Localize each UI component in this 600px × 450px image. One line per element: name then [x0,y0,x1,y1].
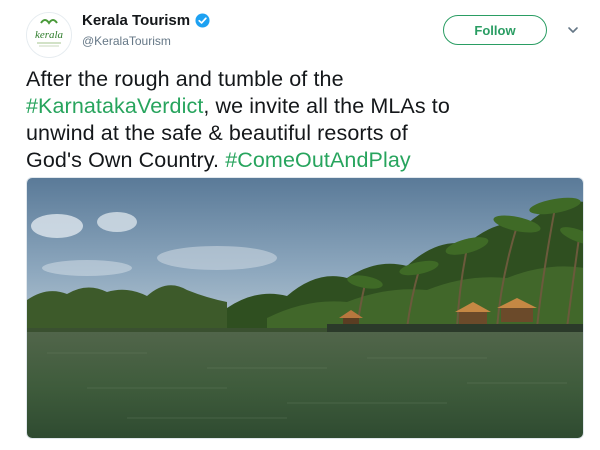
account-handle[interactable]: @KeralaTourism [82,34,171,48]
avatar-logo-text: kerala [35,29,64,41]
hashtag-karnataka-verdict[interactable]: #KarnatakaVerdict [26,94,203,118]
hashtag-come-out-and-play[interactable]: #ComeOutAndPlay [225,148,411,172]
tweet-line-4: God's Own Country. #ComeOutAndPlay [26,148,411,172]
backwater-landscape-photo [27,178,583,438]
tweet-card: kerala Kerala Tourism @KeralaTourism Fol… [0,0,600,450]
display-name[interactable]: Kerala Tourism [82,12,190,29]
account-name-row: Kerala Tourism [82,12,210,29]
tweet-line-2: #KarnatakaVerdict, we invite all the MLA… [26,94,450,118]
chevron-down-icon[interactable] [567,24,579,36]
avatar[interactable]: kerala [26,12,72,58]
verified-badge-icon [195,13,210,28]
follow-button[interactable]: Follow [443,15,547,45]
tweet-line-1: After the rough and tumble of the [26,67,344,91]
tweet-photo[interactable] [26,177,584,439]
tweet-text: After the rough and tumble of the #Karna… [26,66,586,174]
tweet-line-3: unwind at the safe & beautiful resorts o… [26,121,408,145]
